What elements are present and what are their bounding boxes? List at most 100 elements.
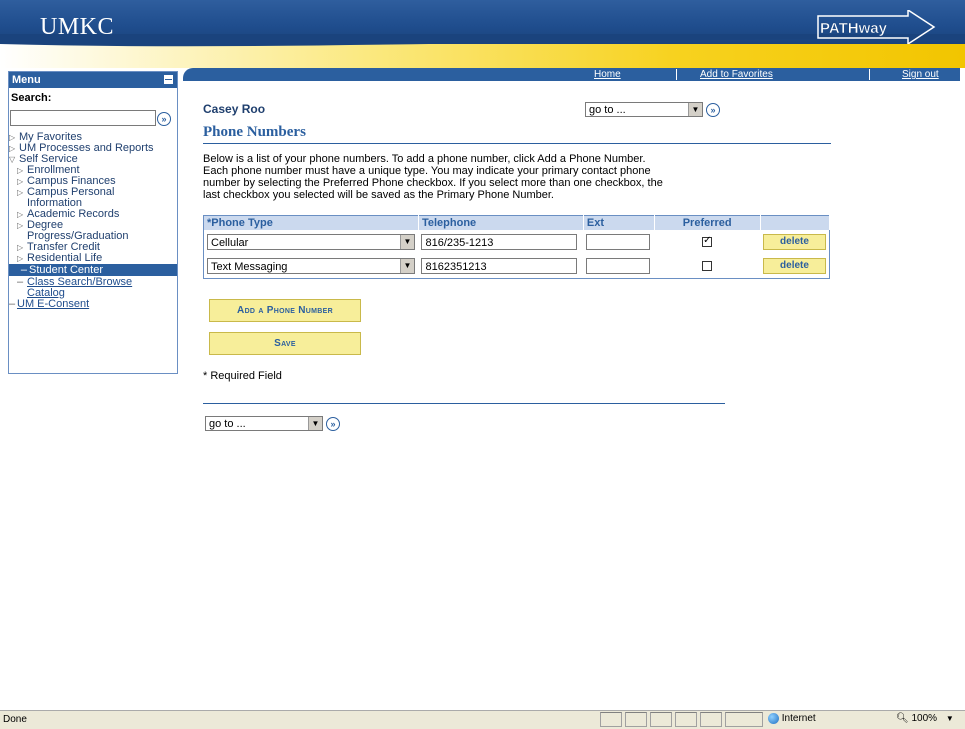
triangle-right-icon: ▷ [17,243,24,252]
goto-bottom: go to ... ▼ » [205,416,340,431]
page-title: Phone Numbers [203,124,306,140]
dash-icon: – [9,298,16,310]
goto-top: go to ... ▼ » [585,102,720,117]
cell-phone-type: Text Messaging ▼ [204,254,419,279]
menu-header: Menu [9,72,177,88]
triangle-right-icon: ▷ [9,133,16,142]
triangle-right-icon: ▷ [17,188,24,197]
cell-preferred [654,230,760,254]
goto-go-icon[interactable]: » [706,102,720,117]
phone-type-value: Text Messaging [211,261,288,273]
ext-input[interactable] [586,234,651,250]
dropdown-arrow-icon: ▼ [400,235,414,249]
menu-title: Menu [12,74,41,86]
intro-line: number by selecting the Preferred Phone … [203,177,663,189]
cell-delete: delete [760,230,830,254]
zoom-level: 100% [911,713,938,724]
goto-select[interactable]: go to ... ▼ [205,416,323,431]
col-header-phone-type: *Phone Type [203,215,419,230]
menu-item-label: UM E-Consent [17,298,90,310]
col-header-preferred: Preferred [654,215,761,230]
preferred-checkbox[interactable] [702,235,713,247]
sign-out-link[interactable]: Sign out [902,68,939,81]
zoom-control[interactable]: 🔍︎ 100% ▼ [896,713,954,724]
pathway-logo: PATHway [817,10,936,44]
pathway-text: PATHway [820,20,888,37]
add-to-favorites-link[interactable]: Add to Favorites [700,68,773,81]
dash-icon: – [17,276,24,288]
goto-select[interactable]: go to ... ▼ [585,102,703,117]
triangle-right-icon: ▷ [9,144,16,153]
col-header-delete [760,215,830,230]
telephone-input[interactable]: 8162351213 [421,258,578,274]
security-zone: Internet [768,713,816,724]
status-cell [600,712,622,727]
goto-select-value: go to ... [209,418,246,430]
table-row: Text Messaging ▼ 8162351213 delete [204,254,830,279]
preferred-checkbox[interactable] [702,261,713,271]
menu-item-residential-life[interactable]: ▷ Residential Life [17,253,102,264]
save-button[interactable]: Save [209,332,361,355]
triangle-right-icon: ▷ [17,210,24,219]
cell-ext [583,230,654,254]
bottom-divider [203,403,725,404]
menu-panel: Menu Search: » ▷ My Favorites ▷ UM Process… [8,71,178,374]
status-cell [625,712,647,727]
dropdown-arrow-icon: ▼ [308,417,322,430]
user-name: Casey Roo [203,102,266,116]
cell-preferred [654,254,760,279]
ext-input[interactable] [586,258,651,274]
chevron-down-icon: ▼ [945,714,954,723]
cell-phone-type: Cellular ▼ [204,230,419,254]
delete-button[interactable]: delete [763,234,826,250]
header-banner: UMKC PATHway [0,0,965,68]
menu-item-student-center[interactable]: – Student Center [9,264,177,276]
cell-ext [583,254,654,279]
status-cell [675,712,697,727]
top-nav: Home Add to Favorites Sign out [183,68,960,81]
triangle-right-icon: ▷ [17,254,24,263]
telephone-input[interactable]: 816/235-1213 [421,234,578,250]
intro-text: Below is a list of your phone numbers. T… [203,153,743,201]
title-divider [203,143,831,144]
zone-label: Internet [781,713,816,725]
phone-type-select[interactable]: Text Messaging ▼ [207,258,415,274]
search-go-icon[interactable]: » [157,112,171,126]
umkc-logo: UMKC [40,14,115,40]
nav-separator [676,69,677,80]
cell-delete: delete [760,254,830,279]
menu-item-label: Residential Life [27,252,103,264]
status-cell [725,712,763,727]
goto-go-icon[interactable]: » [326,416,340,431]
dropdown-arrow-icon: ▼ [688,103,702,116]
col-header-ext: Ext [583,215,655,230]
cell-telephone: 816/235-1213 [418,230,583,254]
status-bar: Done Internet 🔍︎ 100% ▼ [0,710,965,729]
intro-line: last checkbox you selected will be saved… [203,189,554,201]
home-link[interactable]: Home [594,68,621,81]
phone-table: *Phone Type Telephone Ext Preferred Cell… [203,215,830,279]
intro-line: Below is a list of your phone numbers. T… [203,153,646,165]
collapse-icon[interactable] [164,75,173,84]
globe-icon [768,713,779,724]
status-text: Done [3,714,27,725]
status-cell [700,712,722,727]
add-phone-number-button[interactable]: Add a Phone Number [209,299,361,322]
menu-item-um-e-consent[interactable]: – UM E-Consent [9,299,89,310]
delete-button[interactable]: delete [763,258,826,274]
phone-type-value: Cellular [211,237,249,249]
cell-telephone: 8162351213 [418,254,583,279]
dash-icon: – [20,264,27,276]
col-header-telephone: Telephone [418,215,584,230]
intro-line: Each phone number must have a unique typ… [203,165,651,177]
search-label: Search: [11,92,52,104]
triangle-down-icon: ▽ [9,155,16,164]
dropdown-arrow-icon: ▼ [400,259,414,273]
zoom-icon: 🔍︎ [896,713,909,724]
table-header-row: *Phone Type Telephone Ext Preferred [203,215,830,230]
phone-type-select[interactable]: Cellular ▼ [207,234,415,250]
triangle-right-icon: ▷ [17,177,24,186]
menu-item-label: Student Center [29,264,103,276]
search-input[interactable] [10,110,156,126]
required-field-note: * Required Field [203,370,282,382]
